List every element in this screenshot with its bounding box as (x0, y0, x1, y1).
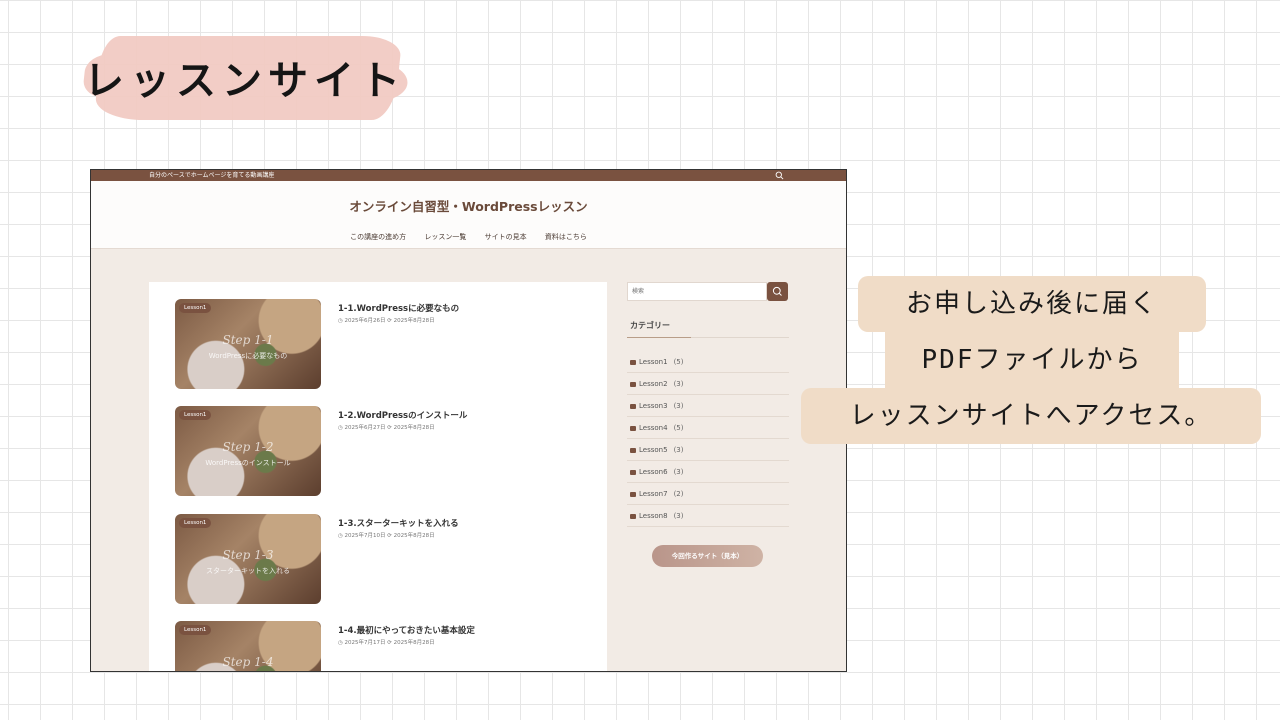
search-input[interactable] (627, 282, 767, 301)
slide-title-area: レッスンサイト (84, 30, 414, 122)
category-count: (2) (673, 490, 684, 498)
category-list: Lesson1 (5) Lesson2 (3) Lesson3 (3) Lesson4… (627, 351, 789, 527)
category-name: Lesson8 (639, 512, 668, 520)
post-item[interactable]: Lesson1 Step 1-3 スターターキットを入れる 1-3.スターターキ… (175, 514, 595, 606)
sidebar-search (627, 282, 789, 301)
post-dates: ◷ 2025年6月26日 ⟳ 2025年8月28日 (338, 318, 435, 324)
nav-item-how-to[interactable]: この講座の進め方 (350, 233, 406, 241)
folder-icon (630, 513, 636, 519)
callout-line: レッスンサイトへアクセス。 (801, 388, 1261, 444)
site-header: オンライン自習型・WordPressレッスン この講座の進め方 レッスン一覧 サ… (91, 181, 846, 249)
sidebar: カテゴリー Lesson1 (5) Lesson2 (3) Lesson3 (3) L… (627, 282, 789, 567)
category-count: (5) (673, 358, 684, 366)
folder-icon (630, 491, 636, 497)
category-badge[interactable]: Lesson1 (179, 410, 212, 420)
callout-line: PDFファイルから (885, 332, 1179, 388)
category-item[interactable]: Lesson4 (5) (627, 417, 789, 439)
category-name: Lesson7 (639, 490, 668, 498)
category-item[interactable]: Lesson6 (3) (627, 461, 789, 483)
category-name: Lesson4 (639, 424, 668, 432)
categories-heading: カテゴリー (627, 320, 789, 338)
folder-icon (630, 381, 636, 387)
search-icon[interactable] (775, 171, 784, 180)
category-item[interactable]: Lesson5 (3) (627, 439, 789, 461)
sample-site-button[interactable]: 今回作るサイト（見本） (652, 545, 763, 567)
category-name: Lesson1 (639, 358, 668, 366)
folder-icon (630, 403, 636, 409)
post-thumbnail[interactable]: Lesson1 Step 1-3 スターターキットを入れる (175, 514, 321, 604)
category-count: (3) (673, 380, 684, 388)
callout-line: お申し込み後に届く (858, 276, 1206, 332)
category-count: (3) (673, 468, 684, 476)
folder-icon (630, 447, 636, 453)
search-icon (772, 286, 782, 296)
folder-icon (630, 469, 636, 475)
nav-item-lesson-list[interactable]: レッスン一覧 (424, 233, 466, 241)
thumb-caption: WordPressのインストール (205, 459, 291, 467)
category-item[interactable]: Lesson2 (3) (627, 373, 789, 395)
post-list: Lesson1 Step 1-1 WordPressに必要なもの 1-1.Wor… (149, 282, 607, 671)
website-screenshot: 自分のペースでホームページを育てる動画講座 オンライン自習型・WordPress… (90, 169, 847, 672)
thumb-step: Step 1-3 (222, 548, 274, 562)
thumb-step: Step 1-1 (222, 333, 274, 347)
thumb-step: Step 1-4 (222, 655, 274, 669)
post-item[interactable]: Lesson1 Step 1-4 1-4.最初にやっておきたい基本設定 ◷ 20… (175, 621, 595, 671)
folder-icon (630, 425, 636, 431)
category-item[interactable]: Lesson3 (3) (627, 395, 789, 417)
post-dates: ◷ 2025年6月27日 ⟳ 2025年8月28日 (338, 425, 435, 431)
category-count: (3) (673, 402, 684, 410)
post-dates: ◷ 2025年7月17日 ⟳ 2025年8月28日 (338, 640, 435, 646)
post-title[interactable]: 1-1.WordPressに必要なもの (338, 302, 459, 314)
thumb-caption: スターターキットを入れる (206, 567, 290, 575)
thumb-step: Step 1-2 (222, 440, 274, 454)
category-item[interactable]: Lesson8 (3) (627, 505, 789, 527)
folder-icon (630, 359, 636, 365)
category-badge[interactable]: Lesson1 (179, 625, 212, 635)
category-count: (3) (673, 512, 684, 520)
site-title[interactable]: オンライン自習型・WordPressレッスン (91, 196, 846, 215)
category-name: Lesson5 (639, 446, 668, 454)
post-thumbnail[interactable]: Lesson1 Step 1-1 WordPressに必要なもの (175, 299, 321, 389)
nav-item-sample-site[interactable]: サイトの見本 (485, 233, 527, 241)
category-item[interactable]: Lesson1 (5) (627, 351, 789, 373)
category-name: Lesson3 (639, 402, 668, 410)
category-name: Lesson6 (639, 468, 668, 476)
category-count: (3) (673, 446, 684, 454)
post-title[interactable]: 1-2.WordPressのインストール (338, 409, 467, 421)
category-count: (5) (673, 424, 684, 432)
site-tagline: 自分のペースでホームページを育てる動画講座 (149, 172, 275, 179)
slide-title: レッスンサイト (84, 58, 406, 104)
post-item[interactable]: Lesson1 Step 1-1 WordPressに必要なもの 1-1.Wor… (175, 299, 595, 391)
search-button[interactable] (767, 282, 788, 301)
category-item[interactable]: Lesson7 (2) (627, 483, 789, 505)
thumb-caption: WordPressに必要なもの (208, 352, 288, 360)
post-thumbnail[interactable]: Lesson1 Step 1-2 WordPressのインストール (175, 406, 321, 496)
top-bar: 自分のペースでホームページを育てる動画講座 (91, 170, 846, 181)
category-name: Lesson2 (639, 380, 668, 388)
post-dates: ◷ 2025年7月10日 ⟳ 2025年8月28日 (338, 533, 435, 539)
nav-item-materials[interactable]: 資料はこちら (545, 233, 587, 241)
category-badge[interactable]: Lesson1 (179, 303, 212, 313)
post-thumbnail[interactable]: Lesson1 Step 1-4 (175, 621, 321, 671)
post-title[interactable]: 1-4.最初にやっておきたい基本設定 (338, 624, 475, 636)
category-badge[interactable]: Lesson1 (179, 518, 212, 528)
global-nav: この講座の進め方 レッスン一覧 サイトの見本 資料はこちら (91, 232, 846, 242)
post-title[interactable]: 1-3.スターターキットを入れる (338, 517, 459, 529)
post-item[interactable]: Lesson1 Step 1-2 WordPressのインストール 1-2.Wo… (175, 406, 595, 498)
